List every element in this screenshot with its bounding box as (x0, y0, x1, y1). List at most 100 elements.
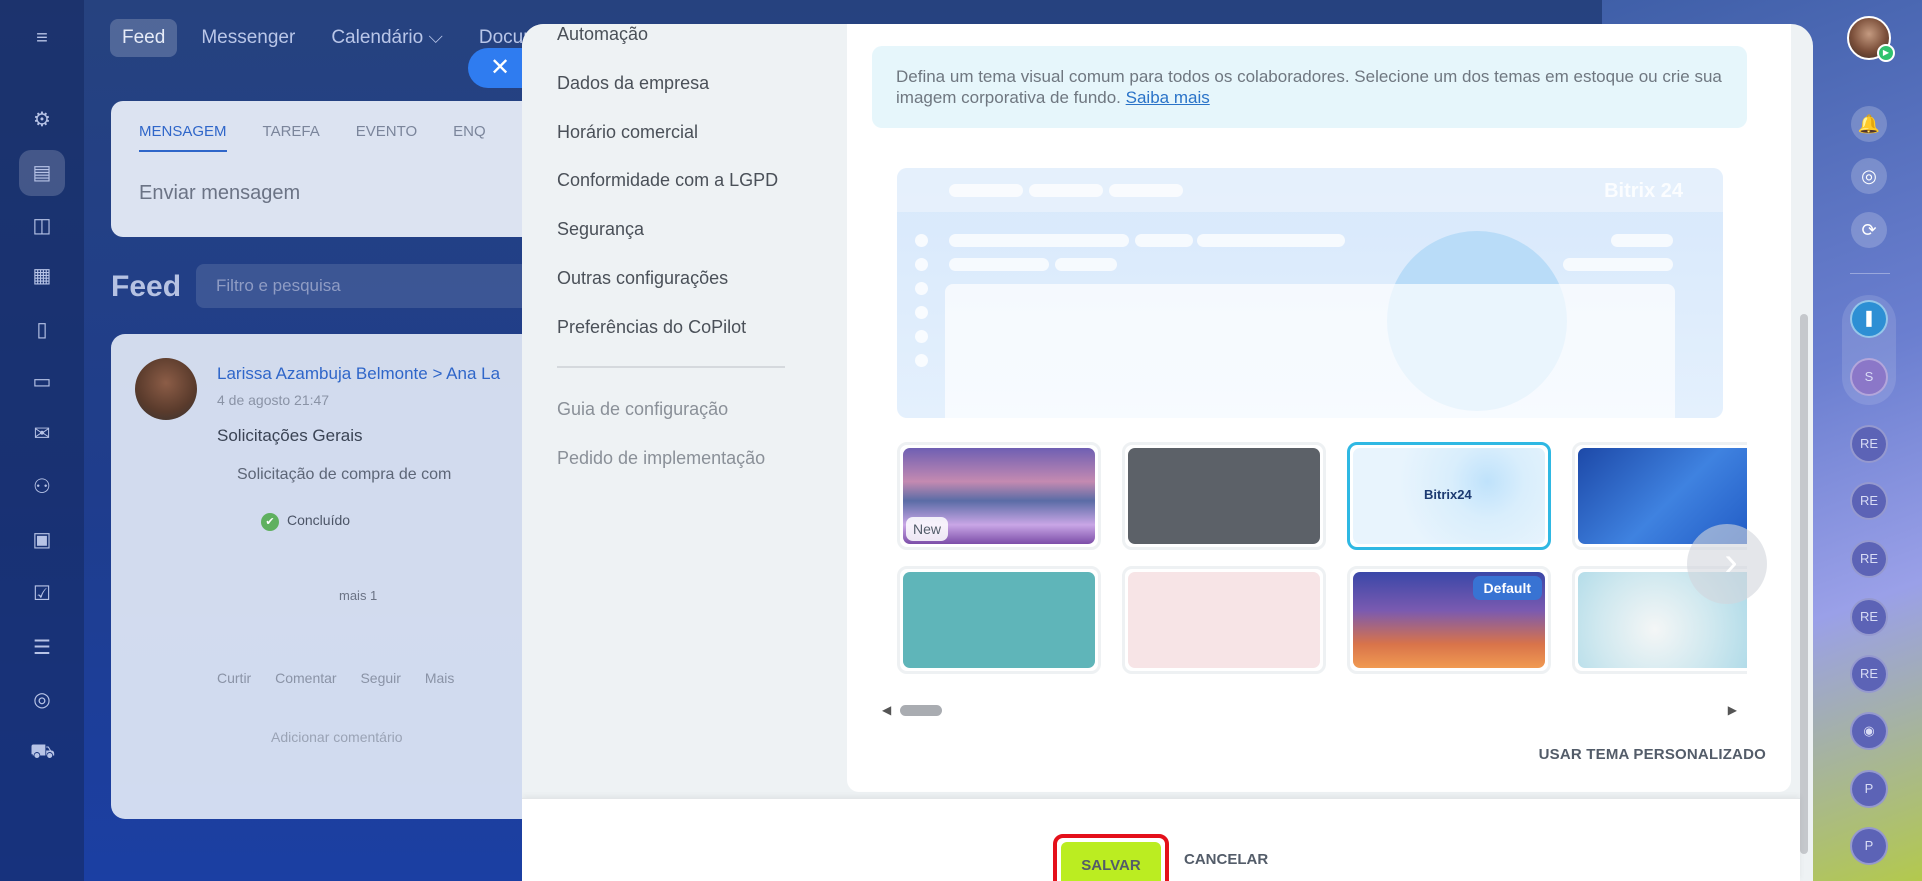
preview-bar (949, 234, 1129, 247)
menu-item-setup-guide[interactable]: Guia de configuração (557, 399, 728, 420)
preview-bar (1055, 258, 1117, 271)
avatar[interactable]: ▶ (1847, 16, 1895, 62)
copilot-icon[interactable]: ◎ (1851, 158, 1887, 194)
scroll-left-icon[interactable]: ◀ (882, 703, 891, 717)
more-participants[interactable]: mais 1 (339, 588, 377, 603)
contacts-icon[interactable]: ⚇ (30, 475, 54, 499)
chat-icon[interactable]: ◫ (30, 214, 54, 238)
preview-dot (915, 258, 928, 271)
tab-poll[interactable]: ENQ (453, 123, 486, 152)
filter-icon[interactable]: ☰ (30, 636, 54, 660)
right-rail: ▶ 🔔 ◎ ⟳ ❚ S RE RE RE RE RE ◉ P P (1820, 0, 1922, 881)
chat-chip-p[interactable]: P (1850, 827, 1888, 865)
chat-chip-re[interactable]: RE (1850, 482, 1888, 520)
status-badge: Concluído (261, 512, 350, 531)
preview-dot (915, 354, 928, 367)
theme-tile-bitrix-selected[interactable]: Bitrix24 (1347, 442, 1551, 550)
theme-gallery: New Bitrix24 Default (897, 442, 1747, 674)
chat-chip-re[interactable]: RE (1850, 540, 1888, 578)
feed-title: Feed (111, 270, 182, 303)
board-icon[interactable]: ▣ (30, 528, 54, 552)
play-icon: ▶ (1877, 44, 1895, 62)
custom-theme-link[interactable]: USAR TEMA PERSONALIZADO (1539, 746, 1766, 763)
menu-item-copilot[interactable]: Preferências do CoPilot (557, 317, 746, 338)
preview-bar (1197, 234, 1345, 247)
chat-chip-p[interactable]: P (1850, 770, 1888, 808)
theme-settings-panel: Defina um tema visual comum para todos o… (847, 24, 1791, 792)
bitrix-logo: Bitrix24 (1424, 487, 1472, 502)
bookmark-icon[interactable]: ❚ (1850, 300, 1888, 338)
menu-item-implementation-request[interactable]: Pedido de implementação (557, 448, 765, 469)
chat-chip-re[interactable]: RE (1850, 598, 1888, 636)
close-icon[interactable]: ✕ (468, 48, 528, 88)
cart-icon[interactable]: ⛟ (30, 740, 55, 764)
calendar-icon[interactable]: ▦ (30, 264, 54, 288)
avatar[interactable] (135, 358, 197, 420)
nav-messenger[interactable]: Messenger (189, 19, 307, 57)
panel-scrollbar[interactable] (1800, 314, 1808, 854)
save-highlight: SALVAR (1053, 834, 1169, 881)
settings-menu: Automação Dados da empresa Horário comer… (522, 24, 847, 801)
menu-item-other-settings[interactable]: Outras configurações (557, 268, 728, 289)
scrollbar-thumb[interactable] (900, 705, 942, 716)
chat-chip-re[interactable]: RE (1850, 425, 1888, 463)
preview-dot (915, 234, 928, 247)
gallery-scrollbar[interactable]: ◀ ▶ (882, 703, 1737, 717)
chevron-right-icon[interactable]: › (1687, 524, 1767, 604)
tasks-icon[interactable]: ☑ (30, 582, 54, 606)
menu-item-lgpd[interactable]: Conformidade com a LGPD (557, 170, 778, 191)
preview-bar (949, 258, 1049, 271)
mail-icon[interactable]: ✉ (30, 422, 54, 446)
document-icon[interactable]: ▯ (30, 318, 54, 342)
composer-input[interactable]: Enviar mensagem (139, 182, 513, 205)
theme-tile-gray-pattern[interactable] (1122, 442, 1326, 550)
scroll-right-icon[interactable]: ▶ (1728, 703, 1737, 717)
target-icon[interactable]: ◎ (30, 688, 54, 712)
save-button[interactable]: SALVAR (1061, 842, 1161, 881)
theme-tile-pink-pattern[interactable] (1122, 566, 1326, 674)
tab-event[interactable]: EVENTO (356, 123, 417, 152)
left-rail: ≡ ⚙ ▤ ◫ ▦ ▯ ▭ ✉ ⚇ ▣ ☑ ☰ ◎ ⛟ (0, 0, 84, 881)
tab-message[interactable]: MENSAGEM (139, 123, 227, 152)
chat-chip-re[interactable]: RE (1850, 655, 1888, 693)
info-banner: Defina um tema visual comum para todos o… (872, 46, 1747, 128)
preview-bar (1029, 184, 1103, 197)
menu-item-business-hours[interactable]: Horário comercial (557, 122, 698, 143)
learn-more-link[interactable]: Saiba mais (1126, 88, 1210, 107)
preview-logo: Bitrix 24 (1604, 180, 1683, 202)
theme-tile-teal-pattern[interactable] (897, 566, 1101, 674)
feed-filter-input[interactable]: Filtro e pesquisa (196, 264, 536, 308)
feed-post: Larissa Azambuja Belmonte > Ana La 4 de … (111, 334, 541, 819)
puzzle-icon[interactable]: ⚙ (30, 108, 54, 132)
nav-calendar[interactable]: Calendário ⌵ (319, 19, 455, 57)
feed-icon[interactable]: ▤ (19, 150, 65, 196)
post-title: Solicitações Gerais (217, 426, 363, 445)
info-text: Defina um tema visual comum para todos o… (896, 67, 1722, 107)
default-badge: Default (1472, 576, 1542, 600)
preview-bar (1563, 258, 1673, 271)
new-badge: New (906, 517, 949, 541)
menu-icon[interactable]: ≡ (30, 26, 54, 50)
copilot-chat-icon[interactable]: ◉ (1850, 712, 1888, 750)
post-actions[interactable]: Curtir Comentar Seguir Mais (217, 670, 454, 686)
tab-task[interactable]: TAREFA (263, 123, 320, 152)
sync-icon[interactable]: ⟳ (1851, 212, 1887, 248)
theme-tile-flowers[interactable]: New (897, 442, 1101, 550)
theme-tile-default[interactable]: Default (1347, 566, 1551, 674)
drive-icon[interactable]: ▭ (30, 370, 54, 394)
post-date[interactable]: 4 de agosto 21:47 (217, 392, 329, 408)
nav-feed[interactable]: Feed (110, 19, 178, 57)
chat-chip-s[interactable]: S (1850, 358, 1888, 396)
preview-window (945, 284, 1675, 418)
post-request[interactable]: Solicitação de compra de com (237, 466, 451, 484)
menu-item-company-data[interactable]: Dados da empresa (557, 73, 709, 94)
cancel-button[interactable]: CANCELAR (1184, 851, 1268, 868)
comment-input[interactable]: Adicionar comentário (271, 729, 403, 745)
menu-item-automation[interactable]: Automação (557, 24, 648, 45)
settings-slider: Automação Dados da empresa Horário comer… (522, 24, 1813, 881)
menu-divider (557, 366, 785, 368)
preview-bar (1109, 184, 1183, 197)
bell-icon[interactable]: 🔔 (1851, 106, 1887, 142)
post-author[interactable]: Larissa Azambuja Belmonte > Ana La (217, 364, 500, 384)
menu-item-security[interactable]: Segurança (557, 219, 644, 240)
